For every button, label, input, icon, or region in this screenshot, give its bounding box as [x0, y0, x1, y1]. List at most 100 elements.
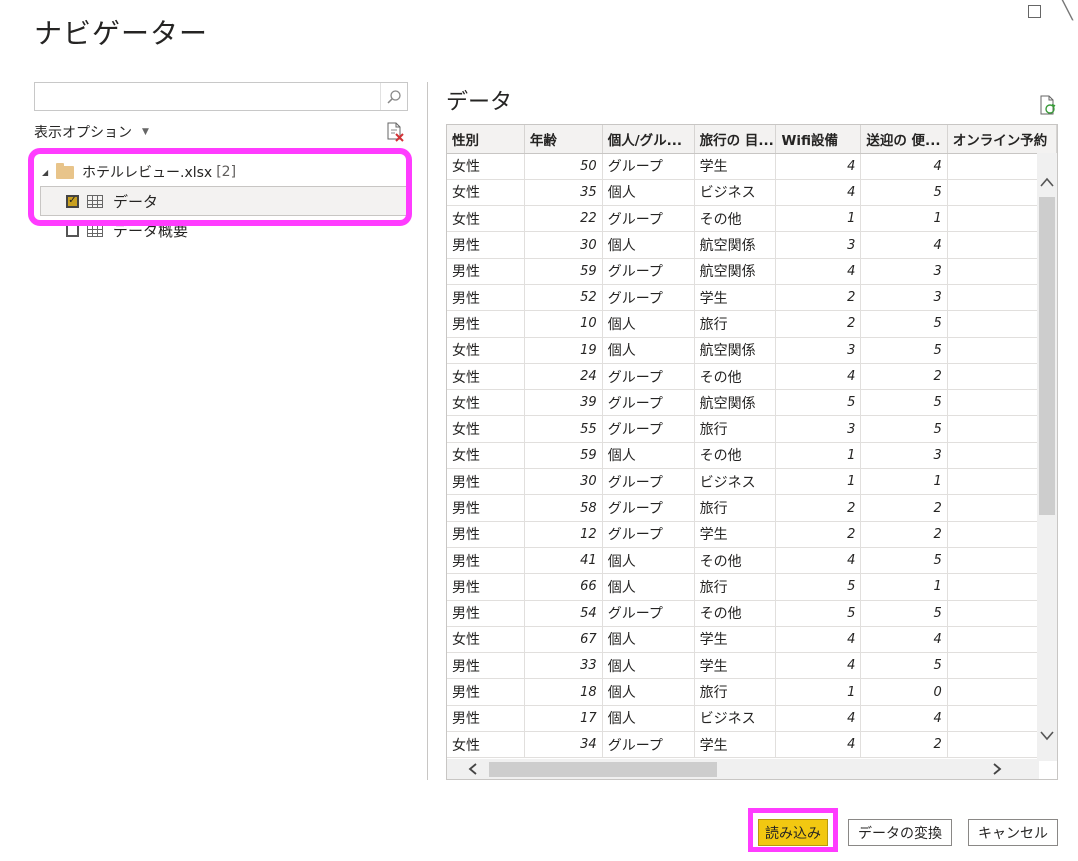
table-row[interactable]: 女性 59 個人 その他 1 3: [447, 442, 1057, 470]
maximize-button[interactable]: [1028, 5, 1041, 18]
table-row[interactable]: 男性 52 グループ 学生 2 3: [447, 284, 1057, 312]
cancel-button[interactable]: キャンセル: [968, 819, 1058, 846]
dialog-title: ナビゲーター: [34, 17, 209, 50]
table-icon: [87, 223, 103, 237]
horizontal-scrollbar[interactable]: [447, 759, 1039, 779]
pane-divider: [427, 82, 428, 780]
table-cell: 1: [860, 468, 948, 496]
table-cell: 59: [524, 442, 603, 470]
display-options-dropdown[interactable]: 表示オプション ▼: [34, 122, 149, 142]
table-cell: 個人: [602, 442, 695, 470]
table-row[interactable]: 女性 39 グループ 航空関係 5 5: [447, 389, 1057, 417]
column-header[interactable]: 送迎の 便...: [860, 125, 948, 154]
close-button[interactable]: ╲: [1062, 0, 1073, 21]
table-row[interactable]: 女性 19 個人 航空関係 3 5: [447, 337, 1057, 364]
table-cell: 旅行: [694, 310, 777, 338]
table-row[interactable]: 男性 12 グループ 学生 2 2: [447, 521, 1057, 548]
table-cell: 学生: [694, 626, 777, 654]
table-row[interactable]: 男性 17 個人 ビジネス 4 4: [447, 705, 1057, 733]
table-cell: 学生: [694, 521, 777, 548]
load-button[interactable]: 読み込み: [758, 819, 828, 846]
preview-grid[interactable]: 性別 年齢 個人/グル... 旅行の 目... Wifi設備 送迎の 便... オンライン予…: [446, 124, 1058, 780]
table-cell: グループ: [602, 389, 695, 417]
table-row[interactable]: 女性 24 グループ その他 4 2: [447, 363, 1057, 391]
table-row[interactable]: 女性 22 グループ その他 1 1: [447, 205, 1057, 233]
table-row[interactable]: 女性 35 個人 ビジネス 4 5: [447, 179, 1057, 207]
table-cell: 5: [860, 337, 948, 364]
table-cell: 学生: [694, 652, 777, 680]
table-cell: 1: [775, 442, 862, 470]
refresh-icon[interactable]: [1039, 95, 1057, 115]
table-row[interactable]: 女性 55 グループ 旅行 3 5: [447, 415, 1057, 443]
table-cell: 54: [524, 600, 603, 627]
column-header[interactable]: 個人/グル...: [602, 125, 695, 154]
column-header[interactable]: 年齢: [524, 125, 603, 154]
table-cell: 2: [860, 731, 948, 759]
table-row[interactable]: 女性 34 グループ 学生 4 2: [447, 731, 1057, 759]
search-input[interactable]: [35, 83, 375, 110]
scroll-left-icon[interactable]: [461, 759, 485, 779]
table-row[interactable]: 男性 10 個人 旅行 2 5: [447, 310, 1057, 338]
tree-item-label: データ: [113, 192, 159, 211]
table-cell: グループ: [602, 521, 695, 548]
table-row[interactable]: 男性 33 個人 学生 4 5: [447, 652, 1057, 680]
table-row[interactable]: 男性 18 個人 旅行 1 0: [447, 678, 1057, 706]
table-cell: 19: [524, 337, 603, 364]
table-row[interactable]: 男性 59 グループ 航空関係 4 3: [447, 258, 1057, 285]
vertical-scroll-thumb[interactable]: [1039, 197, 1055, 515]
tree-item-data[interactable]: データ: [40, 186, 408, 216]
table-cell: 個人: [602, 626, 695, 654]
vertical-scrollbar[interactable]: [1037, 153, 1057, 761]
table-cell: 女性: [447, 415, 525, 443]
data-summary-checkbox[interactable]: [66, 223, 79, 237]
table-row[interactable]: 女性 67 個人 学生 4 4: [447, 626, 1057, 654]
column-header[interactable]: 性別: [447, 125, 525, 154]
tree-root-workbook[interactable]: ◢ ホテルレビュー.xlsx [2]: [34, 158, 408, 186]
table-row[interactable]: 男性 66 個人 旅行 5 1: [447, 573, 1057, 601]
transform-data-button[interactable]: データの変換: [848, 819, 952, 846]
table-cell: 50: [524, 153, 603, 180]
column-header[interactable]: オンライン予約: [947, 125, 1057, 154]
table-row[interactable]: 男性 30 グループ ビジネス 1 1: [447, 468, 1057, 496]
table-row[interactable]: 女性 50 グループ 学生 4 4: [447, 153, 1057, 180]
table-cell: グループ: [602, 731, 695, 759]
search-box[interactable]: [34, 82, 408, 111]
workbook-item-count: [2]: [216, 164, 237, 180]
table-cell: その他: [694, 600, 777, 627]
table-cell: 4: [775, 258, 862, 285]
table-cell: グループ: [602, 153, 695, 180]
table-cell: 30: [524, 231, 603, 259]
table-row[interactable]: 男性 58 グループ 旅行 2 2: [447, 494, 1057, 522]
table-row[interactable]: 男性 41 個人 その他 4 5: [447, 547, 1057, 575]
scroll-down-icon[interactable]: [1037, 725, 1057, 747]
table-cell: その他: [694, 547, 777, 575]
table-cell: 旅行: [694, 494, 777, 522]
table-cell: 男性: [447, 468, 525, 496]
column-header[interactable]: Wifi設備: [775, 125, 862, 154]
table-cell: 女性: [447, 626, 525, 654]
table-cell: ビジネス: [694, 705, 777, 733]
table-cell: 34: [524, 731, 603, 759]
table-cell: 5: [860, 547, 948, 575]
table-cell: 1: [775, 468, 862, 496]
expand-collapse-icon[interactable]: ◢: [42, 168, 56, 177]
table-cell: 2: [775, 284, 862, 312]
table-cell: 個人: [602, 337, 695, 364]
scroll-up-icon[interactable]: [1037, 171, 1057, 193]
horizontal-scroll-thumb[interactable]: [489, 762, 717, 777]
table-cell: 男性: [447, 573, 525, 601]
tree-item-data-summary[interactable]: データ概要: [34, 216, 408, 244]
table-cell: 女性: [447, 731, 525, 759]
table-row[interactable]: 男性 54 グループ その他 5 5: [447, 600, 1057, 627]
table-cell: 旅行: [694, 678, 777, 706]
scroll-right-icon[interactable]: [985, 759, 1009, 779]
table-cell: 30: [524, 468, 603, 496]
data-checkbox[interactable]: [66, 194, 79, 208]
table-cell: グループ: [602, 494, 695, 522]
clear-selection-icon[interactable]: [385, 122, 405, 142]
table-row[interactable]: 男性 30 個人 航空関係 3 4: [447, 231, 1057, 259]
table-cell: 2: [860, 494, 948, 522]
search-icon[interactable]: [380, 83, 407, 110]
table-cell: 2: [860, 363, 948, 391]
column-header[interactable]: 旅行の 目...: [694, 125, 777, 154]
